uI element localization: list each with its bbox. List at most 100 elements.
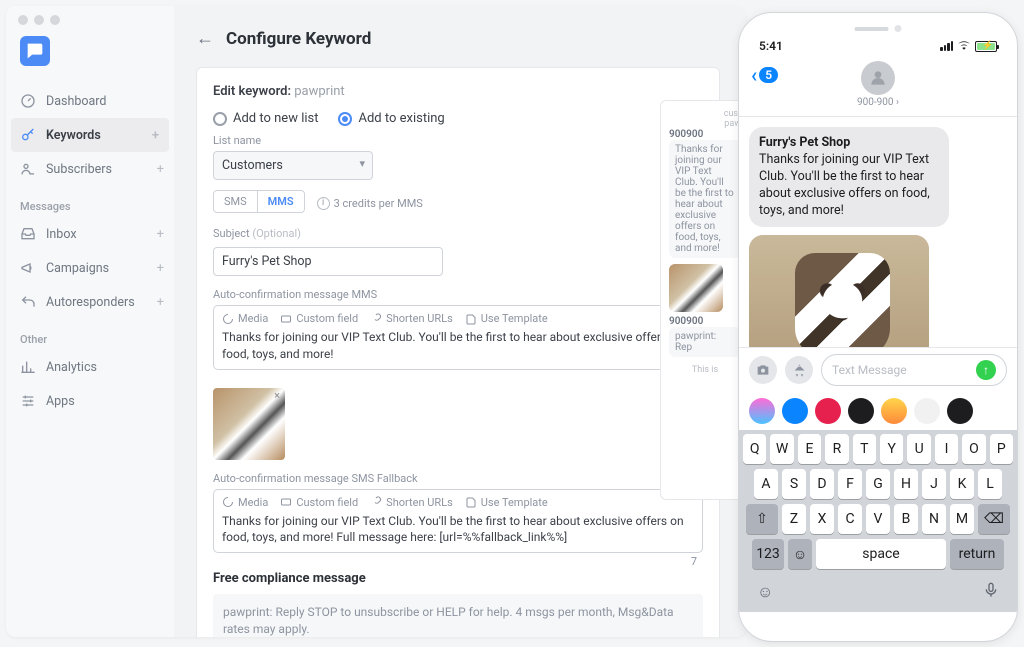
sidebar: DashboardKeywords+Subscribers+ Messages … [6, 6, 174, 637]
nav-autoresponders[interactable]: Autoresponders+ [6, 285, 174, 319]
app-strip-icon-5[interactable] [914, 398, 940, 424]
nav-keywords[interactable]: Keywords + [11, 118, 169, 152]
radio-add-existing[interactable]: Add to existing [338, 111, 444, 126]
nav-campaigns[interactable]: Campaigns+ [6, 251, 174, 285]
sms-textarea[interactable]: Thanks for joining our VIP Text Club. Yo… [222, 513, 694, 547]
key-d[interactable]: D [810, 469, 834, 499]
app-strip-icon-1[interactable] [782, 398, 808, 424]
key-r[interactable]: R [825, 434, 848, 464]
key-return[interactable]: return [950, 539, 1004, 569]
nav-dashboard[interactable]: Dashboard [6, 84, 174, 118]
edit-keyword-label: Edit keyword: [213, 84, 291, 99]
app-strip-icon-2[interactable] [815, 398, 841, 424]
segment-mms[interactable]: MMS [258, 191, 304, 212]
key-u[interactable]: U [907, 434, 930, 464]
page-title: Configure Keyword [226, 29, 371, 49]
remove-thumb-icon[interactable]: × [271, 390, 283, 402]
sms-mms-segment[interactable]: SMS MMS [213, 190, 305, 213]
list-name-label: List name [213, 134, 703, 147]
radio-add-new-list[interactable]: Add to new list [213, 111, 318, 126]
app-store-icon[interactable] [785, 356, 813, 384]
nav-label: Inbox [46, 227, 77, 242]
toolbar-shorten-urls[interactable]: Shorten URLs [370, 312, 453, 325]
nav-apps[interactable]: Apps [6, 384, 174, 418]
key-space[interactable]: space [816, 539, 946, 569]
messages-back[interactable]: ‹ 5 [751, 65, 778, 85]
nav-inbox[interactable]: Inbox + [6, 217, 174, 251]
mms-editor[interactable]: Media Custom field Shorten URLs Use Temp… [213, 305, 703, 370]
nav-analytics[interactable]: Analytics [6, 350, 174, 384]
key-a[interactable]: A [754, 469, 778, 499]
message-placeholder: Text Message [832, 363, 907, 377]
toolbar-custom-field-2[interactable]: Custom field [280, 496, 358, 509]
mic-icon[interactable] [983, 580, 999, 604]
nav-subscribers[interactable]: Subscribers+ [6, 152, 174, 186]
key-o[interactable]: O [962, 434, 985, 464]
key-g[interactable]: G [866, 469, 890, 499]
bubble-body: Thanks for joining our VIP Text Club. Yo… [759, 152, 930, 218]
mms-textarea[interactable]: Thanks for joining our VIP Text Club. Yo… [222, 329, 694, 363]
segment-sms[interactable]: SMS [214, 191, 258, 212]
preview-body: Thanks for joining our VIP Text Club. Yo… [669, 140, 741, 258]
message-bubble: Furry's Pet Shop Thanks for joining our … [749, 127, 949, 227]
toolbar-media-2[interactable]: Media [222, 496, 268, 509]
mms-image-thumb[interactable]: × [213, 388, 285, 460]
key-j[interactable]: J [922, 469, 946, 499]
toolbar-use-template[interactable]: Use Template [465, 312, 548, 325]
key-s[interactable]: S [782, 469, 806, 499]
key-k[interactable]: K [950, 469, 974, 499]
keyboard[interactable]: QWERTYUIOP ASDFGHJKL ⇧ZXCVBNM⌫ 123 ☺ spa… [739, 430, 1017, 612]
nav-label: Keywords [46, 128, 101, 143]
key-f[interactable]: F [838, 469, 862, 499]
section-label-other: Other [6, 319, 174, 350]
chat-area: Furry's Pet Shop Thanks for joining our … [739, 117, 1017, 347]
key-n[interactable]: N [922, 504, 946, 534]
app-strip-icon-3[interactable] [848, 398, 874, 424]
subject-input[interactable] [213, 247, 443, 276]
message-input[interactable]: Text Message ↑ [821, 354, 1007, 386]
edit-keyword-value: pawprint [294, 84, 344, 99]
mms-message-label: Auto-confirmation message MMS [213, 288, 703, 301]
key-z[interactable]: Z [782, 504, 806, 534]
key-backspace[interactable]: ⌫ [978, 504, 1010, 534]
toolbar-custom-field[interactable]: Custom field [280, 312, 358, 325]
key-v[interactable]: V [866, 504, 890, 534]
key-w[interactable]: W [770, 434, 793, 464]
key-e[interactable]: E [798, 434, 821, 464]
radio-existing-label: Add to existing [358, 111, 444, 126]
app-strip-icon-4[interactable] [881, 398, 907, 424]
app-logo [20, 36, 50, 66]
chart-icon [20, 359, 36, 375]
toolbar-shorten-urls-2[interactable]: Shorten URLs [370, 496, 453, 509]
plus-icon[interactable]: + [157, 261, 164, 276]
plus-icon[interactable]: + [157, 295, 164, 310]
plus-icon[interactable]: + [157, 162, 164, 177]
toolbar-media[interactable]: Media [222, 312, 268, 325]
key-p[interactable]: P [990, 434, 1013, 464]
key-123[interactable]: 123 [752, 539, 784, 569]
key-shift[interactable]: ⇧ [746, 504, 778, 534]
list-select[interactable]: Customers [213, 151, 373, 180]
key-c[interactable]: C [838, 504, 862, 534]
plus-icon[interactable]: + [152, 128, 159, 143]
toolbar-use-template-2[interactable]: Use Template [465, 496, 548, 509]
emoji-icon[interactable]: ☺ [757, 582, 773, 602]
key-m[interactable]: M [950, 504, 974, 534]
back-arrow-icon[interactable]: ← [196, 28, 214, 49]
key-emoji[interactable]: ☺ [788, 539, 812, 569]
camera-icon[interactable] [749, 356, 777, 384]
sms-editor[interactable]: Media Custom field Shorten URLs Use Temp… [213, 489, 703, 554]
app-strip-icon-6[interactable] [947, 398, 973, 424]
key-l[interactable]: L [978, 469, 1002, 499]
send-button[interactable]: ↑ [976, 360, 996, 380]
key-t[interactable]: T [853, 434, 876, 464]
key-q[interactable]: Q [743, 434, 766, 464]
app-strip-icon-0[interactable] [749, 398, 775, 424]
key-y[interactable]: Y [880, 434, 903, 464]
key-b[interactable]: B [894, 504, 918, 534]
mms-image-bubble [749, 235, 929, 347]
key-h[interactable]: H [894, 469, 918, 499]
plus-icon[interactable]: + [157, 227, 164, 242]
key-x[interactable]: X [810, 504, 834, 534]
key-i[interactable]: I [935, 434, 958, 464]
